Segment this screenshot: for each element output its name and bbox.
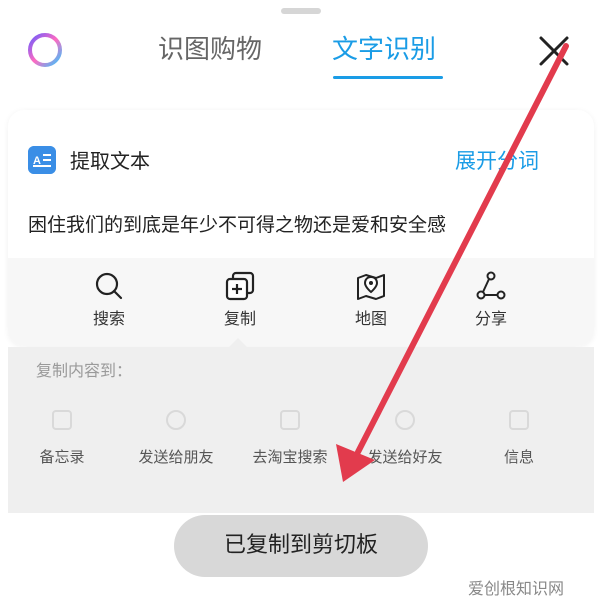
send-to-qq-friend[interactable]: 发送给好友 bbox=[345, 410, 465, 468]
send-message[interactable]: 信息 bbox=[459, 410, 579, 468]
memo-label: 备忘录 bbox=[39, 448, 85, 466]
send-to-qq-friend-label: 发送给好友 bbox=[367, 448, 443, 466]
document-icon: A bbox=[28, 146, 56, 174]
share-button[interactable]: 分享 bbox=[451, 270, 531, 340]
active-tab-indicator bbox=[333, 76, 443, 79]
extract-text-title: 提取文本 bbox=[70, 149, 150, 173]
tab-image-shopping[interactable]: 识图购物 bbox=[158, 32, 262, 68]
map-icon bbox=[357, 274, 385, 300]
share-label: 分享 bbox=[474, 309, 507, 328]
qq-icon bbox=[395, 410, 415, 430]
wechat-icon bbox=[166, 410, 186, 430]
copied-toast: 已复制到剪切板 bbox=[174, 515, 428, 577]
map-button[interactable]: 地图 bbox=[331, 270, 411, 340]
copy-label: 复制 bbox=[223, 309, 256, 328]
map-label: 地图 bbox=[354, 309, 387, 328]
taobao-search[interactable]: 去淘宝搜索 bbox=[230, 410, 350, 468]
search-label: 搜索 bbox=[92, 309, 125, 328]
search-button[interactable]: 搜索 bbox=[69, 270, 149, 340]
memo-icon bbox=[52, 410, 72, 430]
tab-text-recognition[interactable]: 文字识别 bbox=[332, 32, 436, 68]
message-label: 信息 bbox=[503, 448, 534, 466]
taobao-icon bbox=[280, 410, 300, 430]
close-icon[interactable] bbox=[537, 34, 571, 68]
drag-handle[interactable] bbox=[281, 8, 321, 14]
message-icon bbox=[509, 410, 529, 430]
share-icon bbox=[476, 271, 506, 300]
recognized-text[interactable]: 困住我们的到底是年少不可得之物还是爱和安全感 bbox=[28, 210, 446, 240]
copy-button[interactable]: 复制 bbox=[200, 270, 280, 340]
watermark: 爱创根知识网 bbox=[468, 579, 565, 598]
expand-segmentation-button[interactable]: 展开分词 bbox=[455, 146, 539, 176]
taobao-search-label: 去淘宝搜索 bbox=[252, 448, 328, 466]
assistant-logo-icon bbox=[28, 33, 62, 67]
copy-sheet-title: 复制内容到： bbox=[36, 361, 133, 380]
copy-to-memo[interactable]: 备忘录 bbox=[2, 410, 122, 468]
copy-icon bbox=[225, 271, 255, 301]
search-icon bbox=[95, 272, 123, 300]
send-to-friend[interactable]: 发送给朋友 bbox=[116, 410, 236, 468]
send-to-friend-label: 发送给朋友 bbox=[138, 448, 214, 466]
